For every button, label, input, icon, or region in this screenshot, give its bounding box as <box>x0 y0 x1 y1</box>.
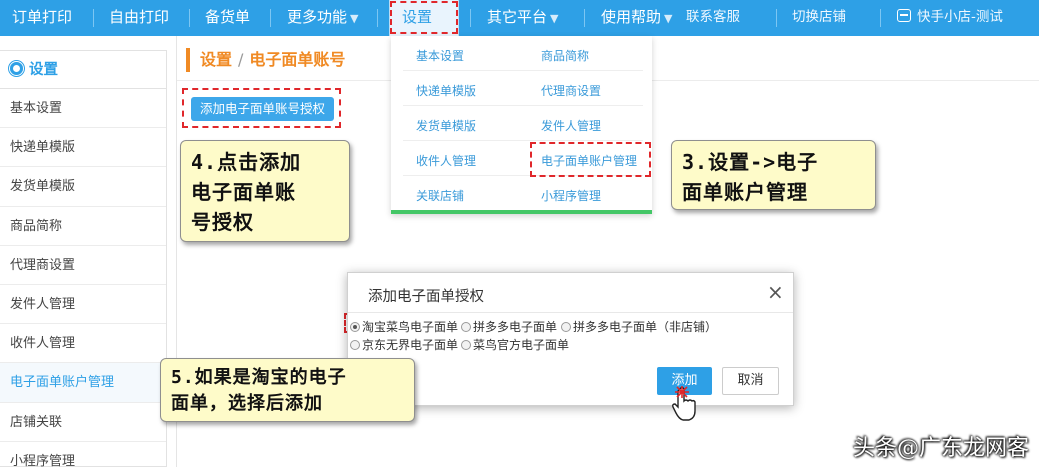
radio-label: 拼多多电子面单 <box>473 320 558 334</box>
callout-step5-line2: 面单，选择后添加 <box>171 393 323 414</box>
nav-more-functions[interactable]: 更多功能 ▼ <box>287 0 358 36</box>
nav-stock-list-label: 备货单 <box>205 8 251 26</box>
hand-cursor-icon <box>672 386 696 421</box>
highlight-waybill-menu-item <box>530 142 651 177</box>
sidebar-title: 设置 <box>29 62 58 78</box>
menu-item-linked-stores[interactable]: 关联店铺 <box>416 187 464 204</box>
sidebar-item-store-link[interactable]: 店铺关联 <box>0 403 166 442</box>
top-nav: 订单打印 自由打印 备货单 更多功能▼ 设置▲ 其它平台▼ 使用帮助▼ 联系客服… <box>0 0 1039 60</box>
nav-divider <box>880 9 881 27</box>
chevron-down-icon: ▼ <box>550 12 559 25</box>
nav-current-store-label: 快手小店-测试 <box>917 9 1003 25</box>
nav-divider <box>270 9 271 27</box>
nav-contact-support[interactable]: 联系客服 <box>686 0 740 36</box>
sidebar: 设置 基本设置 快递单模版 发货单模版 商品简称 代理商设置 发件人管理 收件人… <box>0 50 167 467</box>
radio-cainiao-official[interactable]: 菜鸟官方电子面单 <box>461 336 569 353</box>
menu-item-agent-settings[interactable]: 代理商设置 <box>541 82 601 99</box>
radio-taobao-cainiao[interactable]: 淘宝菜鸟电子面单 <box>350 318 458 335</box>
nav-free-print[interactable]: 自由打印 <box>109 0 169 36</box>
nav-divider <box>93 9 94 27</box>
nav-divider <box>377 9 378 27</box>
callout-step4-line2: 电子面单账 <box>191 180 296 204</box>
radio-icon <box>461 340 471 350</box>
callout-step3-line1: 3.设置->电子 <box>682 150 819 174</box>
radio-icon <box>461 322 471 332</box>
radio-icon <box>350 340 360 350</box>
callout-step-4: 4.点击添加 电子面单账 号授权 <box>180 140 350 242</box>
callout-step5-line1: 5.如果是淘宝的电子 <box>171 367 347 388</box>
sidebar-item-waybill-account[interactable]: 电子面单账户管理 <box>0 363 166 403</box>
sidebar-header: 设置 <box>0 51 166 89</box>
nav-help[interactable]: 使用帮助 ▼ <box>601 0 672 36</box>
menu-item-express-template[interactable]: 快递单模版 <box>416 82 476 99</box>
breadcrumb: 设置 / 电子面单账号 <box>186 48 345 72</box>
menu-item-basic-settings[interactable]: 基本设置 <box>416 47 464 64</box>
menu-item-mini-program[interactable]: 小程序管理 <box>541 187 601 204</box>
breadcrumb-current: 电子面单账号 <box>249 50 346 69</box>
store-icon <box>897 9 911 22</box>
menu-divider <box>403 70 643 71</box>
radio-label: 淘宝菜鸟电子面单 <box>362 320 459 334</box>
sidebar-item-basic-settings[interactable]: 基本设置 <box>0 89 166 129</box>
nav-stock-list[interactable]: 备货单 <box>205 0 250 36</box>
chevron-down-icon: ▼ <box>664 12 673 25</box>
radio-pinduoduo[interactable]: 拼多多电子面单 <box>461 318 557 335</box>
callout-step4-line3: 号授权 <box>191 210 254 234</box>
settings-dropdown-menu: 基本设置 商品简称 快递单模版 代理商设置 发货单模版 发件人管理 收件人管理 … <box>391 36 652 214</box>
breadcrumb-separator: / <box>238 50 244 69</box>
sidebar-item-agent-settings[interactable]: 代理商设置 <box>0 246 166 285</box>
sidebar-item-mini-program[interactable]: 小程序管理 <box>0 442 166 467</box>
callout-step4-line1: 4.点击添加 <box>191 150 302 174</box>
callout-step3-line2: 面单账户管理 <box>682 180 808 204</box>
nav-switch-store-label: 切换店铺 <box>792 9 846 25</box>
nav-order-print[interactable]: 订单打印 <box>12 0 72 36</box>
nav-divider <box>189 9 190 27</box>
nav-help-label: 使用帮助 <box>601 8 662 26</box>
highlight-settings-tab <box>390 1 458 34</box>
radio-icon <box>561 322 571 332</box>
sidebar-item-sender-management[interactable]: 发件人管理 <box>0 285 166 325</box>
radio-checked-icon <box>350 322 360 332</box>
nav-contact-support-label: 联系客服 <box>686 9 740 25</box>
menu-divider <box>403 105 643 106</box>
nav-more-functions-label: 更多功能 <box>287 8 348 26</box>
dialog-divider <box>348 312 793 313</box>
gear-icon <box>10 62 23 75</box>
menu-item-recipient-management[interactable]: 收件人管理 <box>416 152 476 169</box>
nav-free-print-label: 自由打印 <box>109 8 170 26</box>
menu-item-shipping-template[interactable]: 发货单模版 <box>416 117 476 134</box>
watermark-text: 头条@广东龙网客 <box>853 436 1030 461</box>
highlight-add-account <box>182 88 341 128</box>
radio-jd-wujie[interactable]: 京东无界电子面单 <box>350 336 458 353</box>
nav-switch-store[interactable]: 切换店铺 <box>792 0 846 36</box>
nav-divider <box>584 9 585 27</box>
chevron-down-icon: ▼ <box>350 12 359 25</box>
radio-pinduoduo-non-store[interactable]: 拼多多电子面单（非店铺） <box>561 318 717 335</box>
nav-other-platforms-label: 其它平台 <box>487 8 548 26</box>
dialog-title: 添加电子面单授权 <box>368 289 484 305</box>
sidebar-item-shipping-template[interactable]: 发货单模版 <box>0 167 166 207</box>
sidebar-item-express-template[interactable]: 快递单模版 <box>0 128 166 168</box>
nav-divider <box>470 9 471 27</box>
nav-order-print-label: 订单打印 <box>12 8 73 26</box>
sidebar-item-product-short-name[interactable]: 商品简称 <box>0 207 166 246</box>
menu-item-sender-management[interactable]: 发件人管理 <box>541 117 601 134</box>
radio-label: 拼多多电子面单（非店铺） <box>573 320 718 334</box>
nav-current-store[interactable]: 快手小店-测试 <box>897 0 1003 36</box>
close-icon[interactable]: × <box>767 282 784 302</box>
breadcrumb-parent[interactable]: 设置 <box>200 50 232 69</box>
callout-step-3: 3.设置->电子 面单账户管理 <box>671 140 876 210</box>
nav-other-platforms[interactable]: 其它平台 ▼ <box>487 0 558 36</box>
radio-label: 菜鸟官方电子面单 <box>473 338 570 352</box>
callout-step-5: 5.如果是淘宝的电子 面单，选择后添加 <box>160 358 415 422</box>
radio-label: 京东无界电子面单 <box>362 338 459 352</box>
nav-divider <box>776 9 777 27</box>
menu-divider <box>403 140 643 141</box>
menu-item-product-short-name[interactable]: 商品简称 <box>541 47 589 64</box>
cancel-button[interactable]: 取消 <box>722 367 779 395</box>
sidebar-item-recipient-management[interactable]: 收件人管理 <box>0 324 166 364</box>
